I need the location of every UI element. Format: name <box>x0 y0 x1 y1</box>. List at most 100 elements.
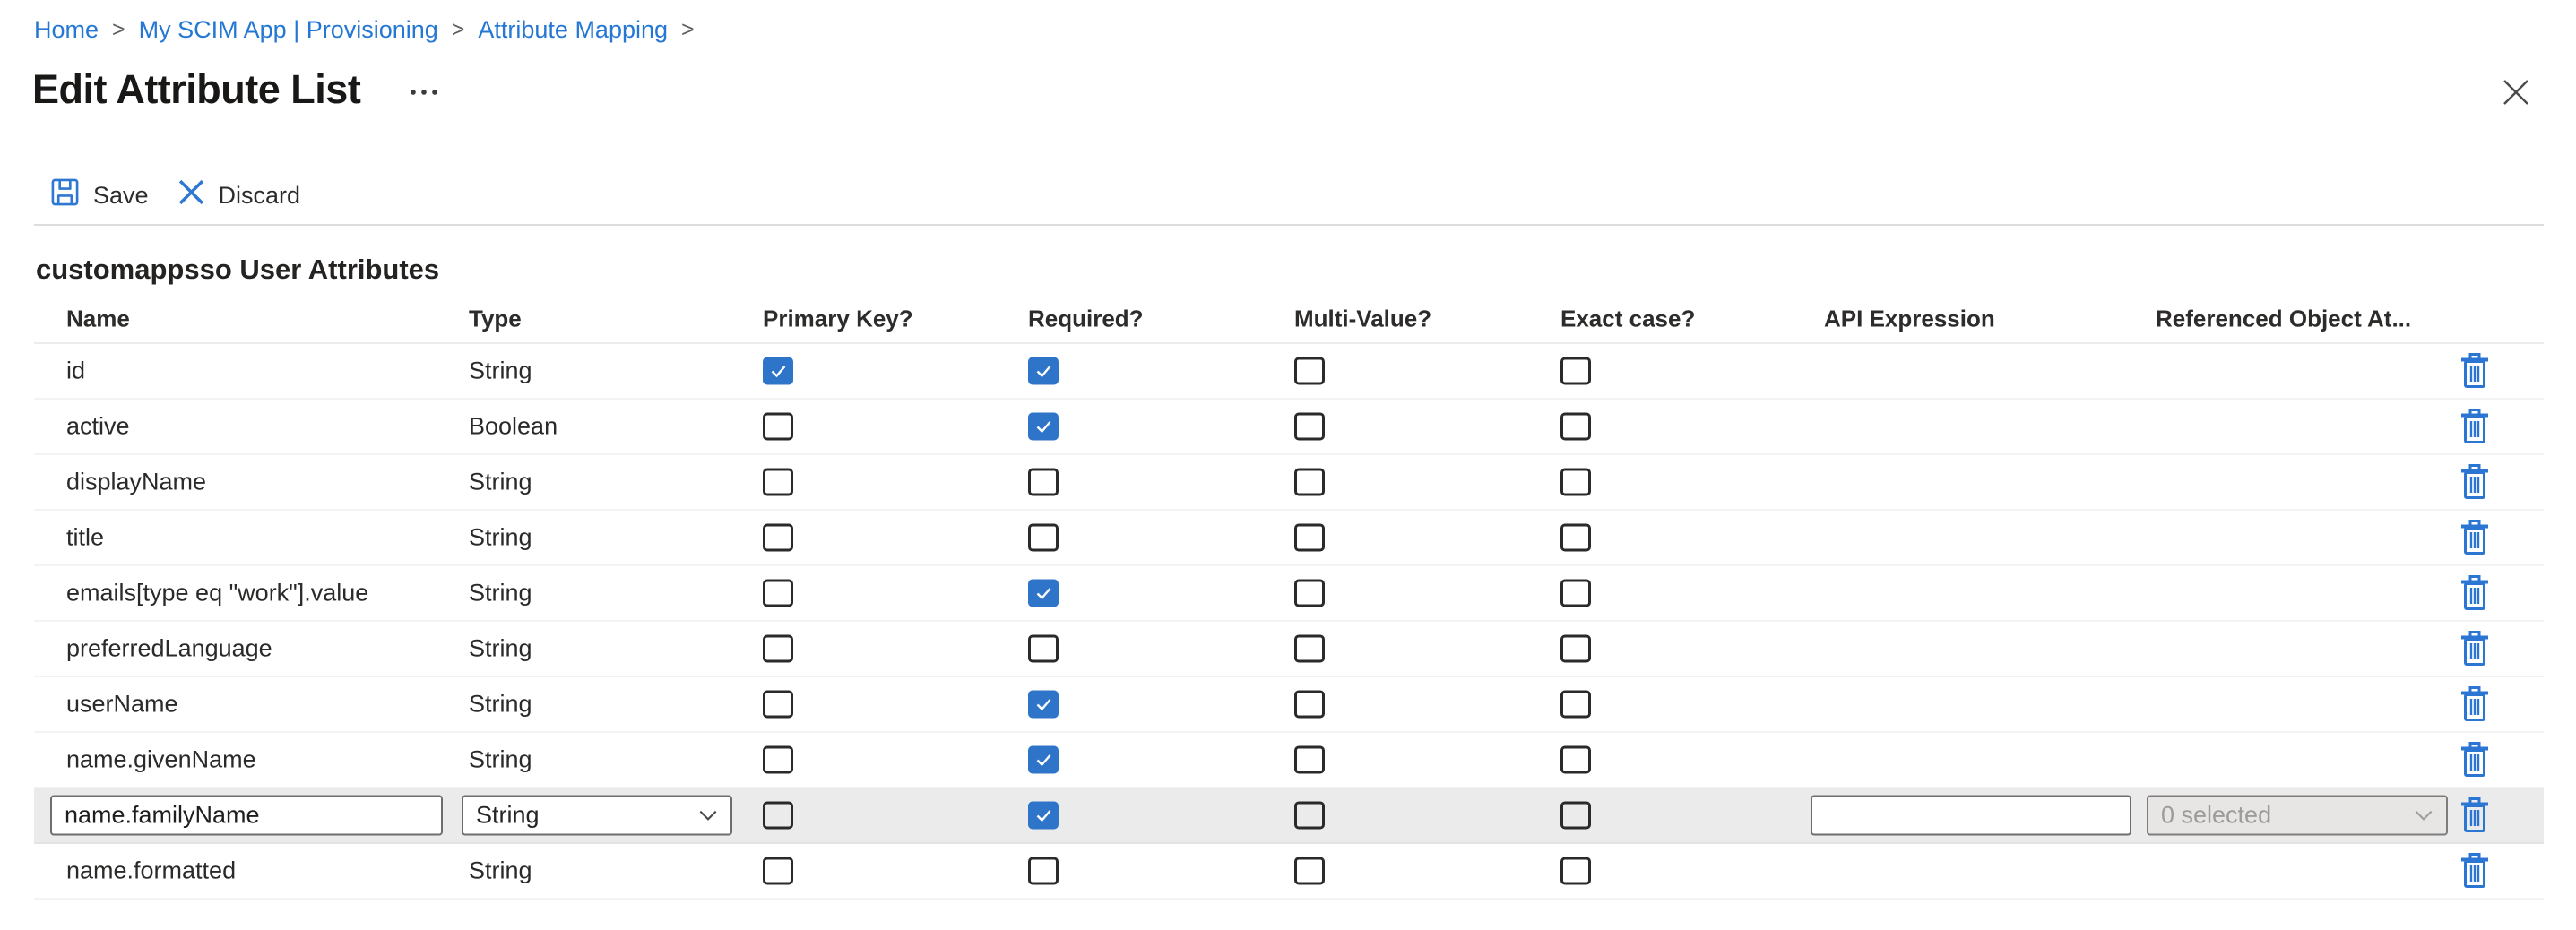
check-icon <box>1033 583 1054 604</box>
multi-value-checkbox[interactable] <box>1294 857 1325 885</box>
primary-key-checkbox[interactable] <box>763 691 793 719</box>
required-checkbox[interactable] <box>1028 413 1059 441</box>
required-checkbox[interactable] <box>1028 357 1059 385</box>
save-label: Save <box>93 182 149 210</box>
attribute-type: String <box>469 691 532 719</box>
required-checkbox[interactable] <box>1028 802 1059 830</box>
exact-case-checkbox[interactable] <box>1560 691 1591 719</box>
exact-case-checkbox[interactable] <box>1560 580 1591 607</box>
primary-key-checkbox[interactable] <box>763 469 793 496</box>
attribute-name-input[interactable] <box>50 796 443 836</box>
multi-value-checkbox[interactable] <box>1294 746 1325 774</box>
multi-value-checkbox[interactable] <box>1294 691 1325 719</box>
discard-icon <box>177 178 205 212</box>
delete-attribute-button[interactable] <box>2455 349 2494 392</box>
required-checkbox[interactable] <box>1028 469 1059 496</box>
multi-value-checkbox[interactable] <box>1294 524 1325 552</box>
attribute-type: String <box>469 469 532 496</box>
discard-label: Discard <box>219 182 301 210</box>
column-header-name: Name <box>66 306 130 333</box>
primary-key-checkbox[interactable] <box>763 635 793 663</box>
trash-icon <box>2459 797 2490 833</box>
primary-key-checkbox[interactable] <box>763 357 793 385</box>
trash-icon <box>2459 409 2490 444</box>
multi-value-checkbox[interactable] <box>1294 580 1325 607</box>
delete-attribute-button[interactable] <box>2455 738 2494 781</box>
attribute-name: name.givenName <box>66 746 256 774</box>
table-row: name.familyName String String <box>34 788 2544 844</box>
delete-attribute-button[interactable] <box>2455 572 2494 615</box>
exact-case-checkbox[interactable] <box>1560 635 1591 663</box>
primary-key-checkbox[interactable] <box>763 746 793 774</box>
delete-attribute-button[interactable] <box>2455 683 2494 726</box>
primary-key-checkbox[interactable] <box>763 857 793 885</box>
breadcrumb-app-provisioning[interactable]: My SCIM App | Provisioning <box>139 16 438 44</box>
breadcrumb-home[interactable]: Home <box>34 16 99 44</box>
delete-attribute-button[interactable] <box>2455 516 2494 559</box>
breadcrumb: Home > My SCIM App | Provisioning > Attr… <box>34 14 695 45</box>
table-row: id String <box>34 344 2544 400</box>
delete-attribute-button[interactable] <box>2455 627 2494 670</box>
primary-key-checkbox[interactable] <box>763 802 793 830</box>
primary-key-checkbox[interactable] <box>763 524 793 552</box>
primary-key-checkbox[interactable] <box>763 413 793 441</box>
referenced-object-dropdown[interactable]: 0 selected <box>2147 796 2448 836</box>
exact-case-checkbox[interactable] <box>1560 357 1591 385</box>
delete-attribute-button[interactable] <box>2455 849 2494 892</box>
required-checkbox[interactable] <box>1028 857 1059 885</box>
check-icon <box>1033 417 1054 437</box>
save-icon <box>50 177 80 213</box>
attribute-type: String <box>469 635 532 663</box>
trash-icon <box>2459 575 2490 611</box>
attribute-name: title <box>66 524 104 552</box>
multi-value-checkbox[interactable] <box>1294 357 1325 385</box>
required-checkbox[interactable] <box>1028 691 1059 719</box>
column-header-required: Required? <box>1028 306 1144 333</box>
attribute-table: Name Type Primary Key? Required? Multi-V… <box>34 296 2544 900</box>
api-expression-input[interactable] <box>1811 796 2131 836</box>
table-row: name.givenName String <box>34 733 2544 788</box>
multi-value-checkbox[interactable] <box>1294 802 1325 830</box>
command-bar: Save Discard <box>50 174 300 217</box>
trash-icon <box>2459 686 2490 722</box>
exact-case-checkbox[interactable] <box>1560 802 1591 830</box>
required-checkbox[interactable] <box>1028 635 1059 663</box>
breadcrumb-attribute-mapping[interactable]: Attribute Mapping <box>478 16 668 44</box>
primary-key-checkbox[interactable] <box>763 580 793 607</box>
chevron-down-icon <box>698 810 718 822</box>
discard-button[interactable]: Discard <box>177 178 301 212</box>
delete-attribute-button[interactable] <box>2455 461 2494 504</box>
blade-header: Edit Attribute List <box>32 63 441 116</box>
required-checkbox[interactable] <box>1028 746 1059 774</box>
context-menu-icon[interactable] <box>409 82 441 97</box>
multi-value-checkbox[interactable] <box>1294 635 1325 663</box>
multi-value-checkbox[interactable] <box>1294 413 1325 441</box>
trash-icon <box>2459 353 2490 389</box>
exact-case-checkbox[interactable] <box>1560 413 1591 441</box>
table-row: name.formatted String <box>34 844 2544 900</box>
multi-value-checkbox[interactable] <box>1294 469 1325 496</box>
delete-attribute-button[interactable] <box>2455 794 2494 837</box>
table-row: userName String <box>34 677 2544 733</box>
check-icon <box>768 361 789 382</box>
attribute-type-dropdown[interactable]: String <box>462 796 732 836</box>
column-header-multi-value: Multi-Value? <box>1294 306 1431 333</box>
check-icon <box>1033 694 1054 715</box>
attribute-name: userName <box>66 691 178 719</box>
check-icon <box>1033 750 1054 771</box>
exact-case-checkbox[interactable] <box>1560 524 1591 552</box>
table-row: emails[type eq "work"].value String <box>34 566 2544 622</box>
check-icon <box>1033 805 1054 826</box>
exact-case-checkbox[interactable] <box>1560 857 1591 885</box>
attribute-name: displayName <box>66 469 206 496</box>
page-title: Edit Attribute List <box>32 66 360 113</box>
required-checkbox[interactable] <box>1028 524 1059 552</box>
table-row: displayName String <box>34 455 2544 511</box>
exact-case-checkbox[interactable] <box>1560 746 1591 774</box>
edit-attribute-list-blade: { "breadcrumb": { "items": ["Home", "My … <box>0 0 2576 930</box>
save-button[interactable]: Save <box>50 177 149 213</box>
close-blade-button[interactable] <box>2499 75 2533 109</box>
exact-case-checkbox[interactable] <box>1560 469 1591 496</box>
delete-attribute-button[interactable] <box>2455 405 2494 448</box>
required-checkbox[interactable] <box>1028 580 1059 607</box>
